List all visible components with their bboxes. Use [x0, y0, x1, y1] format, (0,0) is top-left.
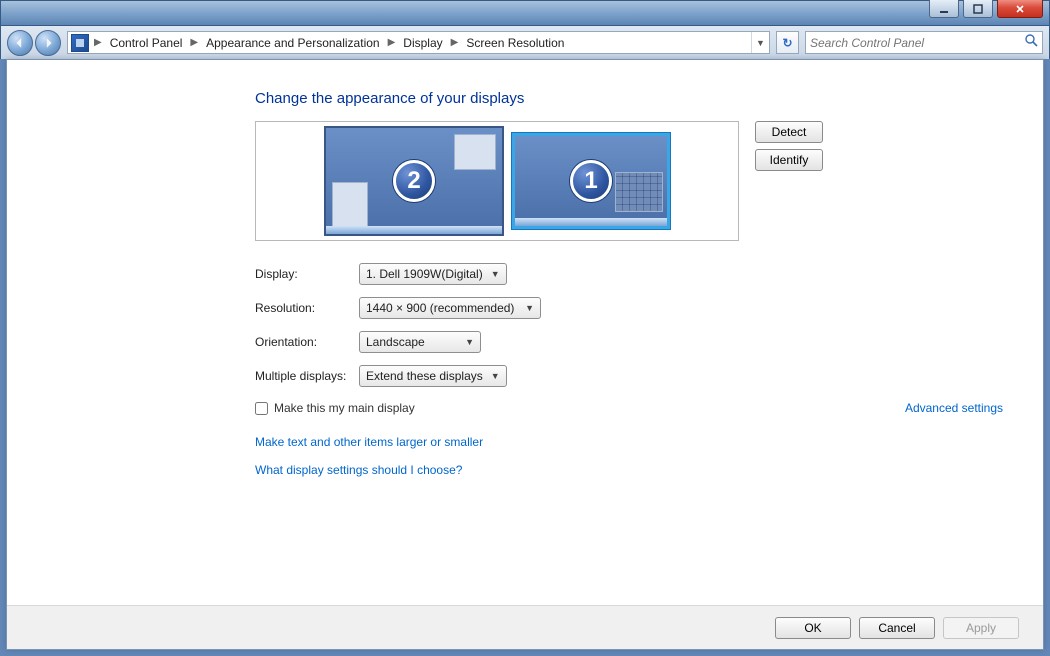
text-size-link[interactable]: Make text and other items larger or smal… — [255, 435, 1003, 449]
control-panel-icon — [71, 34, 89, 52]
refresh-button[interactable]: ↻ — [776, 31, 799, 54]
search-input[interactable] — [810, 36, 1025, 50]
window-titlebar — [0, 0, 1050, 26]
nav-back-forward — [7, 30, 61, 56]
page-title: Change the appearance of your displays — [255, 90, 1003, 107]
monitor-2[interactable]: 2 — [324, 126, 504, 236]
cancel-button[interactable]: Cancel — [859, 617, 935, 639]
multiple-displays-dropdown[interactable]: Extend these displays ▼ — [359, 365, 507, 387]
preview-taskbar — [326, 226, 502, 234]
chevron-down-icon: ▼ — [465, 337, 474, 347]
multiple-displays-label: Multiple displays: — [255, 369, 359, 383]
back-button[interactable] — [7, 30, 33, 56]
display-label: Display: — [255, 267, 359, 281]
breadcrumb-segment[interactable]: Appearance and Personalization — [200, 32, 385, 53]
display-settings-form: Display: 1. Dell 1909W(Digital) ▼ Resolu… — [255, 263, 1003, 477]
preview-window-icon — [454, 134, 496, 170]
explorer-navbar: ▶ Control Panel ▶ Appearance and Persona… — [0, 26, 1050, 59]
ok-button[interactable]: OK — [775, 617, 851, 639]
apply-button[interactable]: Apply — [943, 617, 1019, 639]
dropdown-value: Landscape — [366, 335, 425, 349]
preview-window-icon — [615, 172, 663, 212]
minimize-button[interactable] — [929, 0, 959, 18]
breadcrumb-dropdown[interactable]: ▼ — [751, 32, 769, 53]
forward-button[interactable] — [35, 30, 61, 56]
main-display-checkbox[interactable] — [255, 402, 268, 415]
chevron-right-icon: ▶ — [449, 37, 461, 48]
resolution-label: Resolution: — [255, 301, 359, 315]
monitor-1-selected[interactable]: 1 — [512, 133, 670, 229]
refresh-icon: ↻ — [782, 36, 792, 50]
chevron-down-icon: ▼ — [491, 371, 500, 381]
chevron-down-icon: ▼ — [525, 303, 534, 313]
monitor-badge: 1 — [570, 160, 612, 202]
dropdown-value: Extend these displays — [366, 369, 483, 383]
resolution-dropdown[interactable]: 1440 × 900 (recommended) ▼ — [359, 297, 541, 319]
help-choose-link[interactable]: What display settings should I choose? — [255, 463, 1003, 477]
display-preview[interactable]: 2 1 — [255, 121, 739, 241]
window-button-group — [929, 0, 1043, 18]
chevron-down-icon: ▼ — [491, 269, 500, 279]
detect-button[interactable]: Detect — [755, 121, 823, 143]
chevron-right-icon: ▶ — [92, 37, 104, 48]
maximize-button[interactable] — [963, 0, 993, 18]
main-display-checkbox-label: Make this my main display — [274, 401, 415, 415]
dropdown-value: 1. Dell 1909W(Digital) — [366, 267, 483, 281]
maximize-icon — [973, 4, 983, 14]
arrow-right-icon — [42, 37, 54, 49]
orientation-label: Orientation: — [255, 335, 359, 349]
breadcrumb[interactable]: ▶ Control Panel ▶ Appearance and Persona… — [67, 31, 770, 54]
monitor-badge: 2 — [393, 160, 435, 202]
content-pane: Change the appearance of your displays 2… — [6, 59, 1044, 650]
arrow-left-icon — [14, 37, 26, 49]
dialog-button-bar: OK Cancel Apply — [7, 605, 1043, 649]
dropdown-value: 1440 × 900 (recommended) — [366, 301, 514, 315]
identify-button[interactable]: Identify — [755, 149, 823, 171]
preview-taskbar — [515, 218, 667, 226]
close-icon — [1015, 4, 1025, 14]
preview-window-icon — [332, 182, 368, 228]
orientation-dropdown[interactable]: Landscape ▼ — [359, 331, 481, 353]
search-icon — [1025, 34, 1038, 52]
breadcrumb-segment[interactable]: Display — [397, 32, 448, 53]
breadcrumb-segment[interactable]: Screen Resolution — [460, 32, 570, 53]
minimize-icon — [939, 4, 949, 14]
advanced-settings-link[interactable]: Advanced settings — [905, 401, 1003, 415]
chevron-right-icon: ▶ — [188, 37, 200, 48]
chevron-right-icon: ▶ — [386, 37, 398, 48]
display-dropdown[interactable]: 1. Dell 1909W(Digital) ▼ — [359, 263, 507, 285]
search-box[interactable] — [805, 31, 1043, 54]
close-button[interactable] — [997, 0, 1043, 18]
breadcrumb-segment[interactable]: Control Panel — [104, 32, 189, 53]
